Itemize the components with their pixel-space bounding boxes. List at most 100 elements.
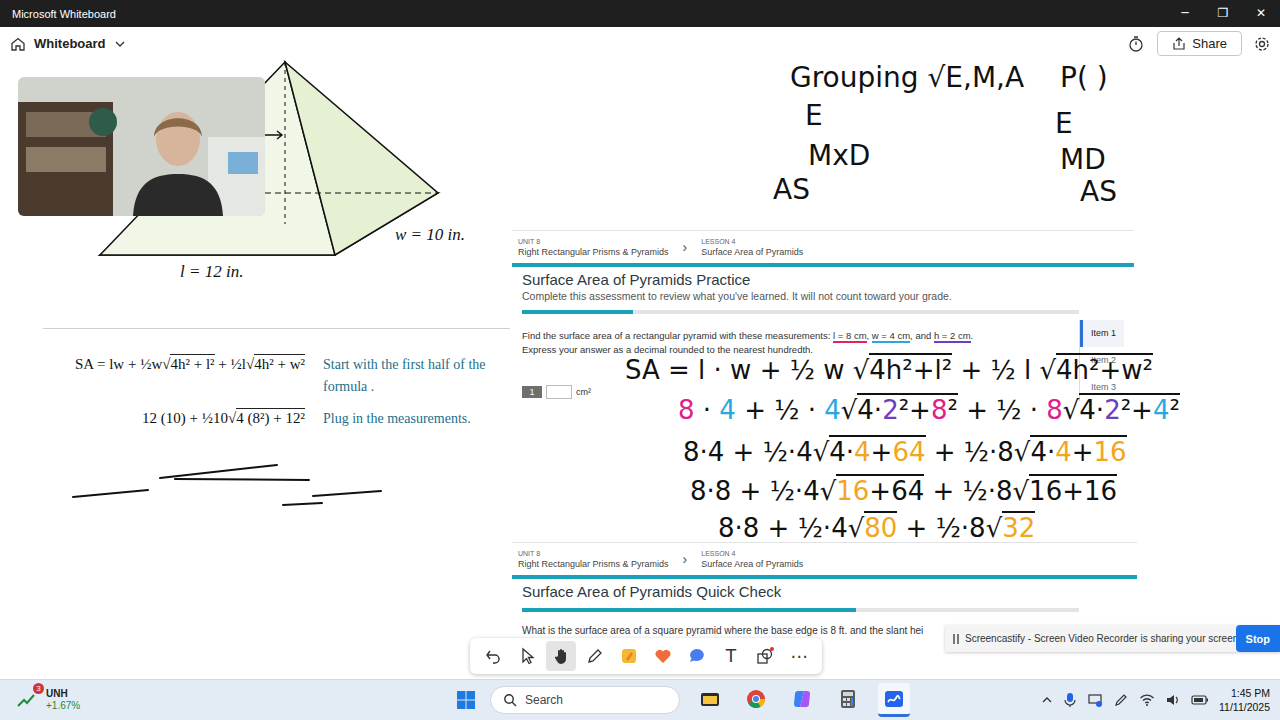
answer-input[interactable] [546,385,572,399]
clock[interactable]: 1:45 PM11/11/2025 [1219,686,1270,714]
formula-note: Start with the first half of the formula… [323,354,510,398]
breadcrumb: UNIT 8Right Rectangular Prisms & Pyramid… [512,543,1137,575]
board-name[interactable]: Whiteboard [34,36,106,51]
display-icon[interactable] [1087,692,1103,708]
app-bar: Whiteboard Share [0,27,1280,60]
shapes-icon [756,647,774,665]
share-button[interactable]: Share [1157,31,1242,56]
progress-bar [522,310,1079,314]
formula-math: 12 (10) + ½10√4 (8²) + 12² [40,408,305,427]
ink-note[interactable]: MxD [808,142,870,170]
whiteboard-canvas[interactable]: w = 10 in. l = 12 in. SA = lw + ½w√4h² + l… [0,60,1280,679]
item-tab[interactable]: Item 1 [1080,320,1124,347]
home-icon[interactable] [10,36,26,52]
card-title: Surface Area of Pyramids Quick Check [522,582,1127,601]
toolbar-button[interactable] [478,641,508,671]
toolbar-button[interactable] [512,641,542,671]
stop-sharing-button[interactable]: Stop [1236,625,1280,652]
search-icon [503,693,517,707]
taskbar-app[interactable] [740,683,772,717]
pen-icon [586,647,604,665]
ink-math-line[interactable]: 8·8 + ½·4√16+64 + ½·8√16+16 [690,474,1117,508]
breadcrumb-lesson[interactable]: LESSON 4Surface Area of Pyramids [701,548,803,570]
divider-line [43,328,510,329]
undo-icon [484,647,502,665]
toolbar-button[interactable]: T [716,641,746,671]
ink-note[interactable]: AS [1080,178,1117,206]
chrome-icon [745,688,767,710]
chevron-up-icon[interactable] [1041,694,1053,706]
toolbar-button[interactable] [750,641,780,671]
ink-math-line[interactable]: 8·4 + ½·4√4·4+64 + ½·8√4·4+16 [683,435,1127,469]
answer-unit: cm² [576,387,591,397]
file-explorer-icon [699,688,721,710]
taskbar-app[interactable] [786,683,818,717]
share-icon [1172,37,1186,51]
question-text: Find the surface area of a rectangular p… [522,329,1071,343]
breadcrumb-separator: › [683,239,688,255]
accent-bar [512,575,1137,579]
ink-note[interactable]: E [1055,110,1073,138]
toolbar-button[interactable]: ⋯ [784,641,814,671]
ink-note[interactable]: AS [773,176,810,204]
window-title: Microsoft Whiteboard [12,8,116,20]
breadcrumb-lesson[interactable]: LESSON 4Surface Area of Pyramids [701,236,803,258]
stock-widget[interactable]: 3UNH+1.67% [0,688,456,712]
ink-note[interactable]: MD [1060,146,1106,174]
progress-bar [522,608,1079,612]
ink-note[interactable]: P( ) [1060,64,1108,92]
card-subtitle: Complete this assessment to review what … [522,289,1124,303]
ink-math-line[interactable]: 8 · 4 + ½ · 4√4·2²+8² + ½ · 8√4·2²+4² [678,393,1180,427]
breadcrumb: UNIT 8Right Rectangular Prisms & Pyramid… [512,231,1134,263]
hand-icon [552,647,570,665]
breadcrumb-unit[interactable]: UNIT 8Right Rectangular Prisms & Pyramid… [518,548,669,570]
toolbar-button[interactable] [580,641,610,671]
screen-share-message: Screencastify - Screen Video Recorder is… [965,633,1230,644]
ink-math-line[interactable]: SA = l · w + ½ w √4h²+l² + ½ l √4h²+w² [625,353,1153,387]
ink-scribbles[interactable] [0,60,520,520]
webcam-video[interactable] [18,77,265,216]
ink-note[interactable]: Grouping √E,M,A [790,64,1024,92]
whiteboard-icon [883,688,905,710]
card-title: Surface Area of Pyramids Practice [522,270,1124,289]
chevron-down-icon[interactable] [114,38,126,50]
pen-menu-icon[interactable] [1113,692,1129,708]
toolbar-button[interactable] [614,641,644,671]
question-instruction: Express your answer as a decimal rounded… [522,343,1071,357]
battery-icon[interactable] [1191,692,1209,708]
answer-number: 1 [522,386,542,398]
window-control[interactable]: ✕ [1242,0,1280,27]
ink-math-line[interactable]: 8·8 + ½·4√80 + ½·8√32 [718,511,1035,545]
title-bar: Microsoft Whiteboard ─❐✕ [0,0,1280,27]
ink-note[interactable]: E [805,102,823,130]
length-label: l = 12 in. [180,262,243,282]
toolbar-button[interactable] [546,641,576,671]
taskbar-app[interactable] [832,683,864,717]
wifi-icon[interactable] [1139,692,1155,708]
speaker-icon[interactable] [1165,692,1181,708]
window-control[interactable]: ─ [1166,0,1204,27]
toolbar-button[interactable] [648,641,678,671]
comment-icon [688,647,706,665]
screen: Microsoft Whiteboard ─❐✕ Whiteboard Share w … [0,0,1280,720]
windows-start-icon[interactable] [456,690,476,710]
microphone-icon[interactable] [1063,692,1077,708]
window-control[interactable]: ❐ [1204,0,1242,27]
calculator-icon [837,688,859,710]
width-label: w = 10 in. [395,225,465,245]
formula-note: Plug in the measurements. [323,408,510,430]
formula-math: SA = lw + ½w√4h² + l² + ½l√4h² + w² [40,354,305,373]
gear-icon[interactable] [1254,36,1270,52]
ink-toolbar: T⋯ [470,638,822,674]
screen-share-notice: Screencastify - Screen Video Recorder is… [945,625,1280,652]
toolbar-button[interactable] [682,641,712,671]
pause-icon [953,634,959,644]
highlighter-icon [620,647,638,665]
tool-label: ⋯ [791,646,808,666]
taskbar-search[interactable]: Search [490,686,680,714]
system-tray: 1:45 PM11/11/2025 [1041,686,1280,714]
breadcrumb-unit[interactable]: UNIT 8Right Rectangular Prisms & Pyramid… [518,236,669,258]
timer-icon[interactable] [1127,35,1145,53]
taskbar-app[interactable] [878,683,910,717]
taskbar-app[interactable] [694,683,726,717]
